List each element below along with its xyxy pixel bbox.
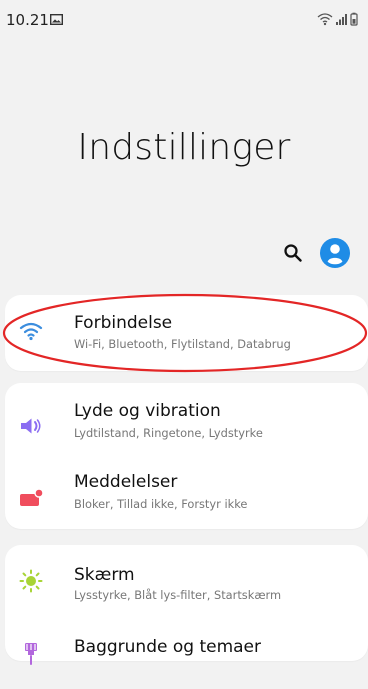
paintbrush-icon [25,643,37,665]
sound-vibration-subtitle: Lydtilstand, Ringetone, Lydstyrke [74,426,263,440]
page-title: Indstillinger [77,127,291,168]
sound-vibration-title: Lyde og vibration [74,401,221,421]
notifications-subtitle: Bloker, Tillad ikke, Forstyr ikke [74,497,248,511]
settings-item-connections[interactable]: Forbindelse Wi-Fi, Bluetooth, Flytilstan… [5,295,368,367]
settings-item-display[interactable]: Skærm Lysstyrke, Blåt lys-filter, Starts… [5,545,368,617]
settings-item-notifications[interactable]: Meddelelser Bloker, Tillad ikke, Forstyr… [5,456,368,528]
settings-card-connections: Forbindelse Wi-Fi, Bluetooth, Flytilstan… [5,295,368,371]
cellular-signal-icon [336,14,347,25]
settings-card-display-wallpaper: Skærm Lysstyrke, Blåt lys-filter, Starts… [5,545,368,665]
sun-icon [19,569,43,593]
settings-item-sound-vibration[interactable]: Lyde og vibration Lydtilstand, Ringetone… [5,383,368,455]
wifi-icon [19,322,43,341]
settings-item-wallpaper-themes[interactable]: Baggrunde og temaer [5,617,368,689]
display-subtitle: Lysstyrke, Blåt lys-filter, Startskærm [74,588,282,602]
volume-icon [21,418,41,434]
search-icon[interactable] [282,242,304,264]
battery-icon [350,12,358,26]
settings-card-sound-notifications: Lyde og vibration Lydtilstand, Ringetone… [5,383,368,529]
wallpaper-themes-title: Baggrunde og temaer [74,637,261,657]
wifi-signal-icon [317,13,333,26]
connections-subtitle: Wi-Fi, Bluetooth, Flytilstand, Databrug [74,337,291,351]
display-title: Skærm [74,565,135,585]
image-icon [50,14,63,25]
status-icons [317,12,358,26]
notifications-title: Meddelelser [74,472,178,492]
notification-icon [20,488,44,506]
status-time: 10.21 [6,11,49,29]
profile-avatar-icon[interactable] [319,237,351,269]
status-bar: 10.21 [0,0,368,34]
connections-title: Forbindelse [74,313,173,333]
